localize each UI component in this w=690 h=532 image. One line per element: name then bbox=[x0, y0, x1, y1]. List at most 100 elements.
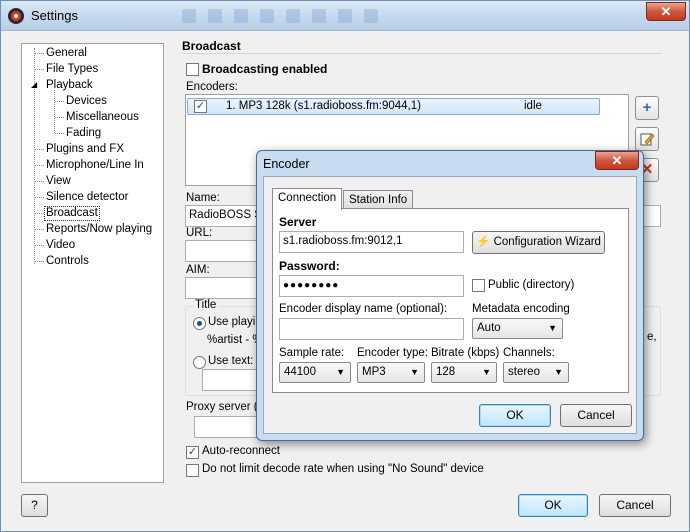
proxy-server-field[interactable] bbox=[194, 416, 264, 438]
tree-item-playback[interactable]: Playback bbox=[45, 78, 94, 93]
chevron-down-icon: ▼ bbox=[554, 367, 563, 377]
tree-item-reports-now-playing[interactable]: Reports/Now playing bbox=[45, 222, 153, 237]
url-label: URL: bbox=[186, 227, 213, 239]
password-label: Password: bbox=[279, 259, 340, 273]
dialog-cancel-button[interactable]: Cancel bbox=[560, 404, 632, 427]
tree-item-file-types[interactable]: File Types bbox=[45, 62, 99, 77]
tree-line bbox=[35, 197, 44, 198]
display-name-field[interactable] bbox=[279, 318, 464, 340]
expand-arrow-icon[interactable]: ◢ bbox=[31, 80, 37, 89]
bitrate-label: Bitrate (kbps) bbox=[431, 347, 500, 359]
encoder-dialog: Encoder ✕ Connection Station Info Server… bbox=[256, 150, 644, 441]
window-title: Settings bbox=[31, 8, 78, 23]
connection-tab-pane: Server s1.radioboss.fm:9012,1 ⚡ Configur… bbox=[272, 208, 629, 393]
ghost-icon bbox=[234, 9, 248, 23]
tree-item-broadcast[interactable]: Broadcast bbox=[44, 206, 100, 221]
configuration-wizard-button[interactable]: ⚡ Configuration Wizard bbox=[472, 231, 605, 254]
encoder-name: 1. MP3 128k (s1.radioboss.fm:9044,1) bbox=[226, 100, 421, 112]
title-template-text: %artist - % bbox=[207, 334, 263, 346]
add-encoder-button[interactable]: + bbox=[635, 96, 659, 120]
tree-item-plugins-fx[interactable]: Plugins and FX bbox=[45, 142, 125, 157]
dialog-title: Encoder bbox=[263, 157, 310, 171]
tree-item-controls[interactable]: Controls bbox=[45, 254, 90, 269]
public-directory-checkbox[interactable] bbox=[472, 279, 485, 292]
channels-select[interactable]: stereo ▼ bbox=[503, 362, 569, 383]
edit-icon bbox=[640, 133, 655, 146]
encoders-label: Encoders: bbox=[186, 81, 238, 93]
tree-item-fading[interactable]: Fading bbox=[65, 126, 102, 141]
help-button[interactable]: ? bbox=[21, 494, 48, 517]
use-text-radio[interactable] bbox=[193, 356, 206, 369]
title-bar[interactable]: Settings ✕ bbox=[1, 1, 689, 31]
tree-line bbox=[54, 90, 55, 133]
ghost-icon bbox=[208, 9, 222, 23]
tree-line bbox=[35, 53, 44, 54]
encoder-status: idle bbox=[524, 100, 542, 112]
broadcasting-enabled-checkbox[interactable] bbox=[186, 63, 199, 76]
tree-line bbox=[35, 165, 44, 166]
tab-station-info[interactable]: Station Info bbox=[343, 190, 414, 210]
tree-item-devices[interactable]: Devices bbox=[65, 94, 108, 109]
display-name-label: Encoder display name (optional): bbox=[279, 303, 448, 315]
encoder-type-value: MP3 bbox=[362, 366, 386, 378]
chevron-down-icon: ▼ bbox=[548, 323, 557, 333]
bitrate-select[interactable]: 128 ▼ bbox=[431, 362, 497, 383]
radioboss-app-icon bbox=[8, 8, 24, 24]
channels-label: Channels: bbox=[503, 347, 555, 359]
station-field-right[interactable] bbox=[641, 205, 661, 227]
bitrate-value: 128 bbox=[436, 366, 456, 378]
dialog-ok-button[interactable]: OK bbox=[479, 404, 551, 427]
auto-reconnect-label: Auto-reconnect bbox=[202, 445, 280, 457]
public-directory-label: Public (directory) bbox=[488, 279, 575, 291]
window-close-button[interactable]: ✕ bbox=[646, 2, 686, 21]
name-label: Name: bbox=[186, 192, 220, 204]
chevron-down-icon: ▼ bbox=[482, 367, 491, 377]
tree-item-microphone-line-in[interactable]: Microphone/Line In bbox=[45, 158, 145, 173]
dialog-close-button[interactable]: ✕ bbox=[595, 151, 639, 170]
server-field[interactable]: s1.radioboss.fm:9012,1 bbox=[279, 231, 464, 253]
ghost-icon bbox=[338, 9, 352, 23]
settings-tree[interactable]: General File Types ◢ Playback Devices Mi… bbox=[21, 43, 164, 483]
truncated-text: e, bbox=[647, 331, 657, 343]
dialog-body: Connection Station Info Server s1.radiob… bbox=[263, 176, 637, 434]
cancel-button[interactable]: Cancel bbox=[599, 494, 671, 517]
aim-label: AIM: bbox=[186, 264, 210, 276]
metadata-encoding-value: Auto bbox=[477, 322, 501, 334]
encoder-enabled-checkbox[interactable]: ✓ bbox=[194, 100, 207, 113]
encoder-row[interactable]: ✓ 1. MP3 128k (s1.radioboss.fm:9044,1) i… bbox=[187, 98, 600, 115]
sample-rate-label: Sample rate: bbox=[279, 347, 345, 359]
configuration-wizard-label: Configuration Wizard bbox=[493, 236, 601, 248]
tree-item-miscellaneous[interactable]: Miscellaneous bbox=[65, 110, 140, 125]
tree-item-general[interactable]: General bbox=[45, 46, 88, 61]
tree-item-silence-detector[interactable]: Silence detector bbox=[45, 190, 129, 205]
tree-line bbox=[35, 245, 44, 246]
tree-line bbox=[35, 181, 44, 182]
tree-item-view[interactable]: View bbox=[45, 174, 72, 189]
chevron-down-icon: ▼ bbox=[336, 367, 345, 377]
password-field[interactable]: ●●●●●●●● bbox=[279, 275, 464, 297]
proxy-server-label: Proxy server ( bbox=[186, 401, 258, 413]
tree-line bbox=[35, 261, 44, 262]
edit-encoder-button[interactable] bbox=[635, 127, 659, 151]
use-text-field[interactable] bbox=[202, 369, 262, 391]
section-title: Broadcast bbox=[182, 39, 241, 53]
tree-item-video[interactable]: Video bbox=[45, 238, 76, 253]
auto-reconnect-checkbox[interactable]: ✓ bbox=[186, 446, 199, 459]
use-text-label: Use text: bbox=[208, 355, 254, 367]
encoder-type-select[interactable]: MP3 ▼ bbox=[357, 362, 425, 383]
metadata-encoding-select[interactable]: Auto ▼ bbox=[472, 318, 563, 339]
metadata-encoding-label: Metadata encoding bbox=[472, 303, 570, 315]
no-limit-decode-checkbox[interactable] bbox=[186, 464, 199, 477]
broadcasting-enabled-label: Broadcasting enabled bbox=[202, 62, 328, 76]
sample-rate-value: 44100 bbox=[284, 366, 316, 378]
ghost-icon bbox=[364, 9, 378, 23]
sample-rate-select[interactable]: 44100 ▼ bbox=[279, 362, 351, 383]
section-divider bbox=[182, 53, 662, 54]
use-playing-radio[interactable] bbox=[193, 317, 206, 330]
chevron-down-icon: ▼ bbox=[410, 367, 419, 377]
tree-line bbox=[35, 213, 44, 214]
ok-button[interactable]: OK bbox=[518, 494, 588, 517]
tab-connection[interactable]: Connection bbox=[272, 188, 343, 210]
tree-line bbox=[35, 229, 44, 230]
tree-line bbox=[55, 133, 64, 134]
